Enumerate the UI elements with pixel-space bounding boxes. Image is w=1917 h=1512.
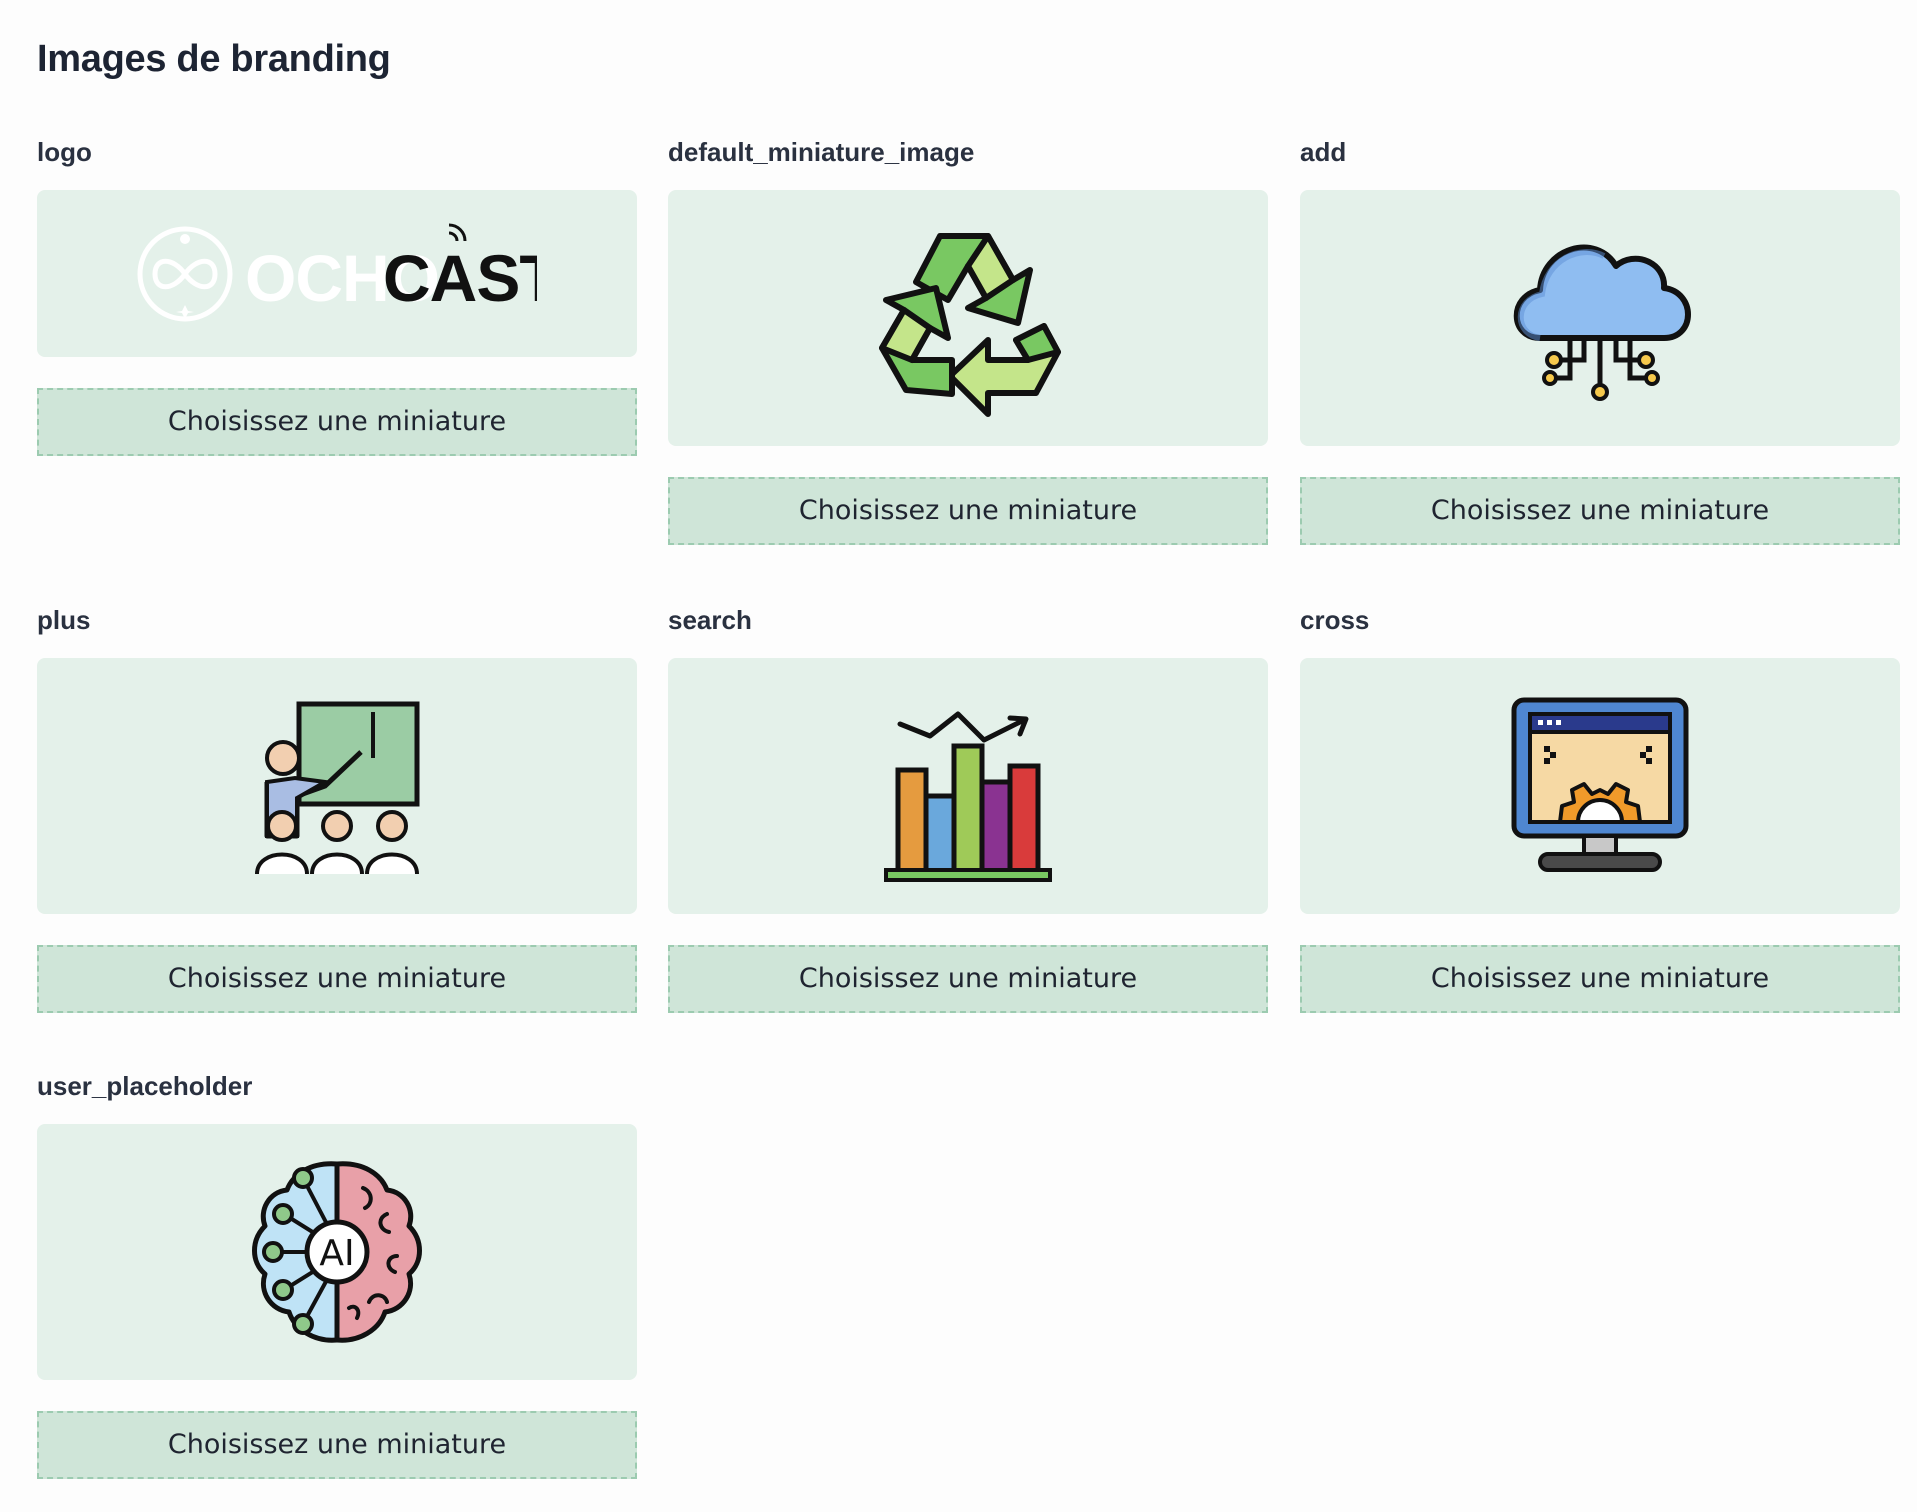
choose-thumbnail-button[interactable]: Choisissez une miniature: [37, 1411, 637, 1479]
card-label: default_miniature_image: [668, 137, 975, 167]
cloud-network-icon: [1513, 244, 1691, 401]
page-title: Images de branding: [37, 38, 391, 80]
card-label: user_placeholder: [37, 1071, 253, 1101]
image-preview-cross: [1300, 658, 1900, 914]
logo-text-dark: CAST: [383, 241, 537, 315]
card-label: add: [1300, 137, 1347, 167]
monitor-settings-icon: [1511, 697, 1689, 872]
card-label: plus: [37, 605, 91, 635]
branding-card-search: search Choisissez une miniature: [668, 602, 1268, 1013]
image-preview-default-miniature-image: [668, 190, 1268, 446]
bar-chart-icon: [884, 711, 1052, 882]
choose-thumbnail-button[interactable]: Choisissez une miniature: [1300, 945, 1900, 1013]
choose-thumbnail-button[interactable]: Choisissez une miniature: [1300, 477, 1900, 545]
choose-thumbnail-button[interactable]: Choisissez une miniature: [668, 945, 1268, 1013]
branding-card-user-placeholder: user_placeholder AI Choisissez une minia…: [37, 1068, 637, 1479]
ochocast-logo-icon: OCHO CAST: [137, 223, 537, 321]
recycle-icon: [879, 233, 1061, 417]
card-label: cross: [1300, 605, 1370, 635]
choose-thumbnail-button[interactable]: Choisissez une miniature: [37, 388, 637, 456]
image-preview-plus: [37, 658, 637, 914]
branding-card-plus: plus Choisissez une miniature: [37, 602, 637, 1013]
image-preview-search: [668, 658, 1268, 914]
branding-card-default-miniature-image: default_miniature_image Choisissez une m…: [668, 134, 1268, 545]
image-preview-user-placeholder: AI: [37, 1124, 637, 1380]
ai-label: AI: [319, 1233, 354, 1274]
branding-card-add: add Choisissez une miniature: [1300, 134, 1900, 545]
presentation-classroom-icon: [255, 701, 420, 875]
card-label: logo: [37, 137, 92, 167]
card-label: search: [668, 605, 752, 635]
image-preview-logo: OCHO CAST: [37, 190, 637, 357]
image-preview-add: [1300, 190, 1900, 446]
branding-card-logo: logo OCHO CAST Choisissez une miniature: [37, 134, 637, 456]
ai-brain-icon: AI: [252, 1161, 422, 1343]
choose-thumbnail-button[interactable]: Choisissez une miniature: [37, 945, 637, 1013]
choose-thumbnail-button[interactable]: Choisissez une miniature: [668, 477, 1268, 545]
branding-card-cross: cross Choisissez une miniature: [1300, 602, 1900, 1013]
